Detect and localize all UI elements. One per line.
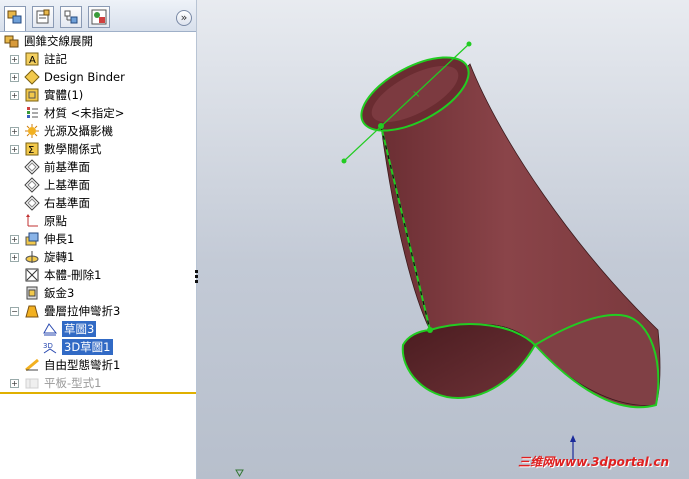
- tree-item[interactable]: 平板-型式1: [24, 374, 101, 391]
- free-bend-icon: [25, 358, 39, 371]
- watermark: 三维网www.3dportal.cn: [518, 455, 669, 469]
- tree-item-label: 原點: [44, 213, 67, 228]
- flat-pattern-icon: [25, 378, 39, 388]
- plane-icon: [24, 194, 40, 211]
- expand-toggle[interactable]: +: [10, 253, 19, 262]
- tree-item-label: 旋轉1: [44, 249, 75, 264]
- revolve-icon: [25, 250, 39, 263]
- tree-item-label: 實體(1): [44, 87, 84, 102]
- tree-item[interactable]: Design Binder: [24, 68, 125, 85]
- expand-toggle[interactable]: +: [10, 55, 19, 64]
- tree-item[interactable]: 光源及攝影機: [24, 122, 113, 139]
- svg-text:A: A: [29, 55, 36, 66]
- feature-manager-tab[interactable]: [4, 6, 26, 31]
- tree-item-label: 自由型態彎折1: [44, 357, 121, 372]
- property-icon: [36, 9, 50, 24]
- expand-toggle[interactable]: +: [10, 91, 19, 100]
- tree-item[interactable]: 3D 3D草圖1: [42, 338, 113, 355]
- tree-item[interactable]: A 註記: [24, 50, 67, 67]
- tree-item[interactable]: 實體(1): [24, 86, 83, 103]
- sheet-metal-icon: [26, 286, 38, 299]
- extrude-icon: [25, 232, 39, 245]
- plane-icon: [24, 158, 40, 175]
- tree-item[interactable]: 原點: [24, 212, 67, 229]
- solid-bodies-icon: [25, 88, 39, 101]
- manager-tab-bar: »: [0, 0, 196, 32]
- tree-item-label: 鈑金3: [44, 285, 75, 300]
- axis-endpoint[interactable]: [341, 158, 347, 164]
- tree-item-label: 註記: [44, 51, 67, 66]
- tree-item-label: 前基準面: [44, 159, 90, 174]
- expand-toggle[interactable]: +: [10, 145, 19, 154]
- axis-endpoint[interactable]: [466, 41, 472, 47]
- tree-item-label: 草圖3: [62, 320, 97, 337]
- expand-toggle[interactable]: +: [10, 235, 19, 244]
- part-name: 圓錐交線展開: [24, 33, 93, 48]
- center-mark-icon: ×: [412, 89, 420, 100]
- sketch-icon: [43, 322, 58, 335]
- tree-item[interactable]: 自由型態彎折1: [24, 356, 120, 373]
- 3d-sketch-icon: 3D: [43, 342, 57, 353]
- material-icon: [27, 106, 38, 118]
- lofted-bend-icon: [25, 305, 39, 317]
- tree-item-label: 平板-型式1: [44, 375, 102, 390]
- expand-toggle[interactable]: +: [10, 73, 19, 82]
- annotation-icon: A: [25, 52, 39, 66]
- tree-item-label: 伸長1: [44, 231, 75, 246]
- seam-endpoint[interactable]: [427, 327, 433, 333]
- tree-item[interactable]: 上基準面: [24, 176, 90, 193]
- tree-item[interactable]: 本體-刪除1: [24, 266, 101, 283]
- configuration-icon: [64, 10, 78, 24]
- expand-toggle[interactable]: +: [10, 379, 19, 388]
- display-icon: [91, 9, 107, 25]
- tree-item-label: 右基準面: [44, 195, 90, 210]
- origin-icon: [26, 213, 38, 226]
- lights-cameras-icon: [25, 123, 39, 138]
- configuration-manager-tab[interactable]: [60, 6, 82, 28]
- equations-icon: Σ: [25, 142, 39, 156]
- tree-item[interactable]: 草圖3: [42, 320, 97, 337]
- tree-item[interactable]: 疊層拉伸彎折3: [24, 302, 120, 319]
- tree-item-label: 上基準面: [44, 177, 90, 192]
- feature-manager-panel: » 圓錐交線展開 + A 註記 + Design Binder + 實體(1) 材質 <未指定…: [0, 0, 197, 479]
- expand-toggle[interactable]: −: [10, 307, 19, 316]
- tree-item[interactable]: 材質 <未指定>: [24, 104, 124, 121]
- tree-item-label: 數學關係式: [44, 141, 102, 156]
- tree-item-label: Design Binder: [44, 69, 125, 84]
- part-icon: [4, 35, 19, 47]
- tree-item-label: 疊層拉伸彎折3: [44, 303, 121, 318]
- tree-item-label: 材質 <未指定>: [44, 105, 125, 120]
- tree-root[interactable]: 圓錐交線展開: [4, 32, 93, 49]
- lower-pane: [0, 394, 196, 479]
- viewport-splitter-grip[interactable]: [195, 268, 199, 292]
- svg-text:Σ: Σ: [28, 145, 34, 156]
- tree-item-label: 光源及攝影機: [44, 123, 113, 138]
- tree-item[interactable]: 旋轉1: [24, 248, 74, 265]
- svg-text:3D: 3D: [43, 342, 53, 350]
- tree-item[interactable]: 鈑金3: [24, 284, 74, 301]
- tree-item[interactable]: 右基準面: [24, 194, 90, 211]
- design-binder-icon: [24, 68, 40, 85]
- tree-item-label: 本體-刪除1: [44, 267, 102, 282]
- display-manager-tab[interactable]: [88, 6, 110, 28]
- property-manager-tab[interactable]: [32, 6, 54, 28]
- tree-item[interactable]: 前基準面: [24, 158, 90, 175]
- tree-item[interactable]: Σ 數學關係式: [24, 140, 102, 157]
- model-view[interactable]: ×: [197, 0, 689, 479]
- tree-item-label: 3D草圖1: [62, 338, 113, 355]
- expand-panel-button[interactable]: »: [176, 10, 192, 26]
- feature-tree-icon: [7, 10, 22, 24]
- expand-toggle[interactable]: +: [10, 127, 19, 136]
- view-origin-icon: [235, 469, 244, 477]
- graphics-viewport[interactable]: × 三维网www.3dportal.cn: [195, 0, 689, 479]
- tree-item[interactable]: 伸長1: [24, 230, 74, 247]
- triad-arrow-icon: [570, 435, 576, 442]
- body-delete-icon: [25, 268, 39, 281]
- plane-icon: [24, 176, 40, 193]
- seam-endpoint[interactable]: [378, 123, 384, 129]
